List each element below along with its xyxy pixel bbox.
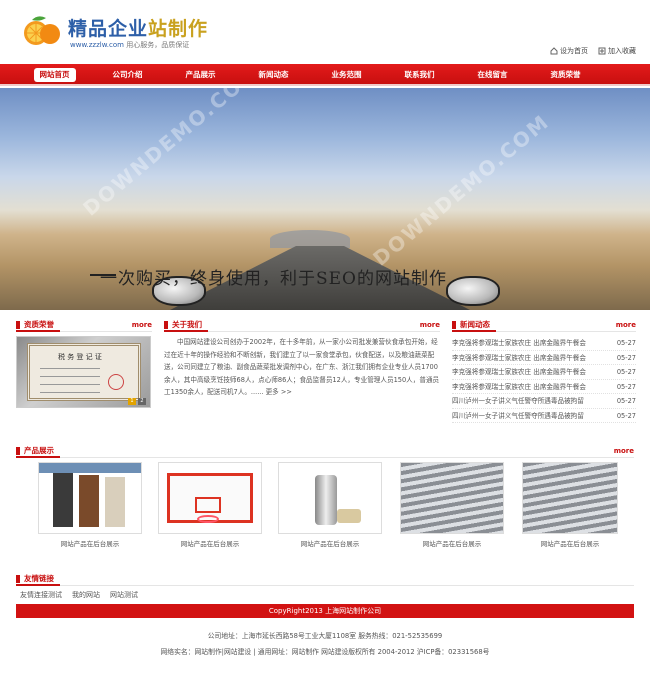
hero-banner: 一次购买，终身使用，利于SEO的网站制作 DOWNDEMO.COM DOWNDE…	[0, 88, 650, 310]
product-row: 网站产品在后台展示 网站产品在后台展示 网站产品在后台展示 网站产品在后台展示 …	[16, 462, 634, 548]
list-item[interactable]: 四川泸州一女子讲义气任警夺所遇毒品被拘留 05-27	[452, 394, 636, 409]
site-title: 精品企业站制作	[68, 18, 209, 40]
about-text: 中国网站建设公司创办于2002年，在十多年前，从一家小公司批发兼营伙食承包开始，…	[164, 338, 440, 396]
nav-item-message[interactable]: 在线留言	[456, 64, 529, 86]
main-nav: 网站首页 公司介绍 产品展示 新闻动态 业务范围 联系我们 在线留言 资质荣誉	[0, 64, 650, 86]
slide-pager: 1 2	[128, 398, 146, 405]
banner-headline: 一次购买，终身使用，利于SEO的网站制作	[90, 264, 447, 289]
product-image-metal-panels	[400, 462, 504, 534]
section-head-about: 关于我们 more	[164, 318, 440, 332]
more-link[interactable]: more	[614, 444, 634, 458]
set-home-label: 设为首页	[560, 47, 588, 55]
product-card[interactable]: 网站产品在后台展示	[278, 462, 382, 548]
product-image-backboard	[158, 462, 262, 534]
friend-link[interactable]: 友情连接测试	[20, 590, 62, 600]
set-home-link[interactable]: 设为首页	[550, 46, 588, 56]
nav-item-contact[interactable]: 联系我们	[383, 64, 456, 86]
product-card[interactable]: 网站产品在后台展示	[522, 462, 618, 548]
section-head-products: 产品展示 more	[16, 444, 634, 458]
product-card[interactable]: 网站产品在后台展示	[400, 462, 504, 548]
footer-address: 公司地址：上海市延长西路58号工业大厦1108室 服务热线：021-525356…	[207, 632, 443, 640]
nav-item-news[interactable]: 新闻动态	[237, 64, 310, 86]
certificate-paper: 税 务 登 记 证	[27, 343, 141, 401]
top-links: 设为首页 加入收藏	[550, 46, 636, 56]
home-icon	[550, 47, 558, 55]
list-item[interactable]: 李克强将参观瑞士家族农庄 出席金融界午餐会 05-27	[452, 336, 636, 351]
add-favorite-link[interactable]: 加入收藏	[598, 46, 636, 56]
nav-item-honors[interactable]: 资质荣誉	[529, 64, 602, 86]
nav-item-about[interactable]: 公司介绍	[91, 64, 164, 86]
friend-link[interactable]: 网站测试	[110, 590, 138, 600]
list-item[interactable]: 李克强将参观瑞士家族农庄 出席金融界午餐会 05-27	[452, 380, 636, 394]
stamp-icon	[108, 374, 124, 390]
news-list: 李克强将参观瑞士家族农庄 出席金融界午餐会 05-27 李克强将参观瑞士家族农庄 …	[452, 336, 636, 423]
orange-logo-icon	[24, 16, 60, 45]
nav-item-home[interactable]: 网站首页	[18, 64, 91, 86]
friend-link[interactable]: 我的网站	[72, 590, 100, 600]
banner-mirror-right	[446, 276, 500, 306]
list-item[interactable]: 四川泸州一女子讲义气任警夺所遇毒品被拘留 05-27	[452, 409, 636, 423]
product-caption: 网站产品在后台展示	[540, 540, 600, 548]
product-caption: 网站产品在后台展示	[422, 540, 482, 548]
certificate-heading: 税 务 登 记 证	[58, 353, 102, 361]
header: 精品企业站制作 www.zzzlw.com 用心服务，品质保证 设为首页 加入收…	[0, 0, 650, 64]
favorite-icon	[598, 47, 606, 55]
product-card[interactable]: 网站产品在后台展示	[38, 462, 142, 548]
friend-links: 友情连接测试 我的网站 网站测试	[20, 590, 138, 600]
product-image-metal-panels	[522, 462, 618, 534]
section-head-links: 友情链接	[16, 572, 634, 586]
more-link[interactable]: more	[132, 318, 152, 332]
certificate-image[interactable]: 税 务 登 记 证 1 2	[16, 336, 151, 408]
more-link[interactable]: more	[616, 318, 636, 332]
footer-copyright: CopyRight2013 上海网站制作公司	[16, 604, 634, 618]
site-subtitle: www.zzzlw.com 用心服务，品质保证	[70, 41, 190, 49]
watermark-text: DOWNDEMO.COM	[78, 88, 265, 221]
pager-dot[interactable]: 2	[138, 398, 146, 405]
pager-dot[interactable]: 1	[128, 398, 136, 405]
footer-info: 网络实名：网站制作|网站建设 | 通用网址：网站制作 网站建设版权所有 2004…	[160, 648, 490, 656]
more-link[interactable]: more	[420, 318, 440, 332]
banner-mountain	[270, 230, 350, 248]
product-caption: 网站产品在后台展示	[300, 540, 360, 548]
product-card[interactable]: 网站产品在后台展示	[158, 462, 262, 548]
add-favorite-label: 加入收藏	[608, 47, 636, 55]
watermark-text: DOWNDEMO.COM	[368, 109, 555, 271]
list-item[interactable]: 李克强将参观瑞士家族农庄 出席金融界午餐会 05-27	[452, 351, 636, 365]
list-item[interactable]: 李克强将参观瑞士家族农庄 出席金融界午餐会 05-27	[452, 365, 636, 380]
section-head-qualification: 资质荣誉 more	[16, 318, 152, 332]
nav-item-business[interactable]: 业务范围	[310, 64, 383, 86]
product-image-bottle	[278, 462, 382, 534]
product-caption: 网站产品在后台展示	[180, 540, 240, 548]
section-head-news: 新闻动态 more	[452, 318, 636, 332]
product-image-doors	[38, 462, 142, 534]
nav-item-products[interactable]: 产品展示	[164, 64, 237, 86]
product-caption: 网站产品在后台展示	[60, 540, 120, 548]
